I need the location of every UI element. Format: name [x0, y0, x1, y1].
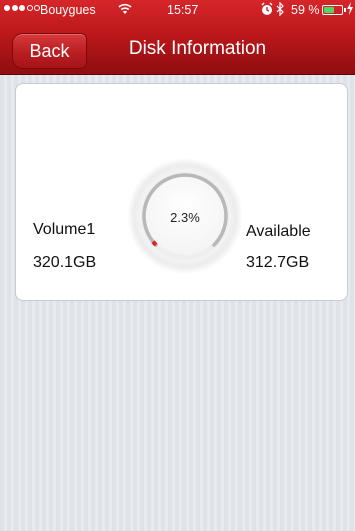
available-label: Available	[246, 223, 311, 240]
back-button[interactable]: Back	[12, 33, 87, 69]
bluetooth-icon	[276, 1, 285, 19]
signal-dot	[4, 5, 10, 11]
signal-strength-icon	[4, 5, 40, 11]
volume-name: Volume1	[33, 221, 96, 238]
page-title: Disk Information	[128, 38, 267, 59]
used-percent-label: 2.3%	[170, 210, 200, 225]
charging-bolt-icon	[347, 2, 353, 18]
header-bar: Bouygues 15:57 59 % Back Disk Informatio…	[0, 0, 355, 75]
signal-dot	[11, 5, 18, 11]
alarm-icon	[261, 2, 273, 19]
gauge-used-arc	[151, 240, 158, 247]
signal-dot	[26, 5, 33, 11]
carrier-name: Bouygues	[40, 3, 96, 17]
battery-icon	[322, 5, 343, 15]
status-bar: Bouygues 15:57 59 %	[0, 0, 355, 20]
volume-size: 320.1GB	[33, 254, 97, 271]
battery-tip	[344, 8, 346, 12]
wifi-icon	[118, 2, 132, 18]
status-time: 15:57	[167, 3, 199, 17]
battery-percent: 59 %	[291, 3, 320, 17]
available-size: 312.7GB	[246, 254, 310, 271]
signal-dot	[19, 5, 25, 11]
battery-level	[324, 7, 334, 13]
